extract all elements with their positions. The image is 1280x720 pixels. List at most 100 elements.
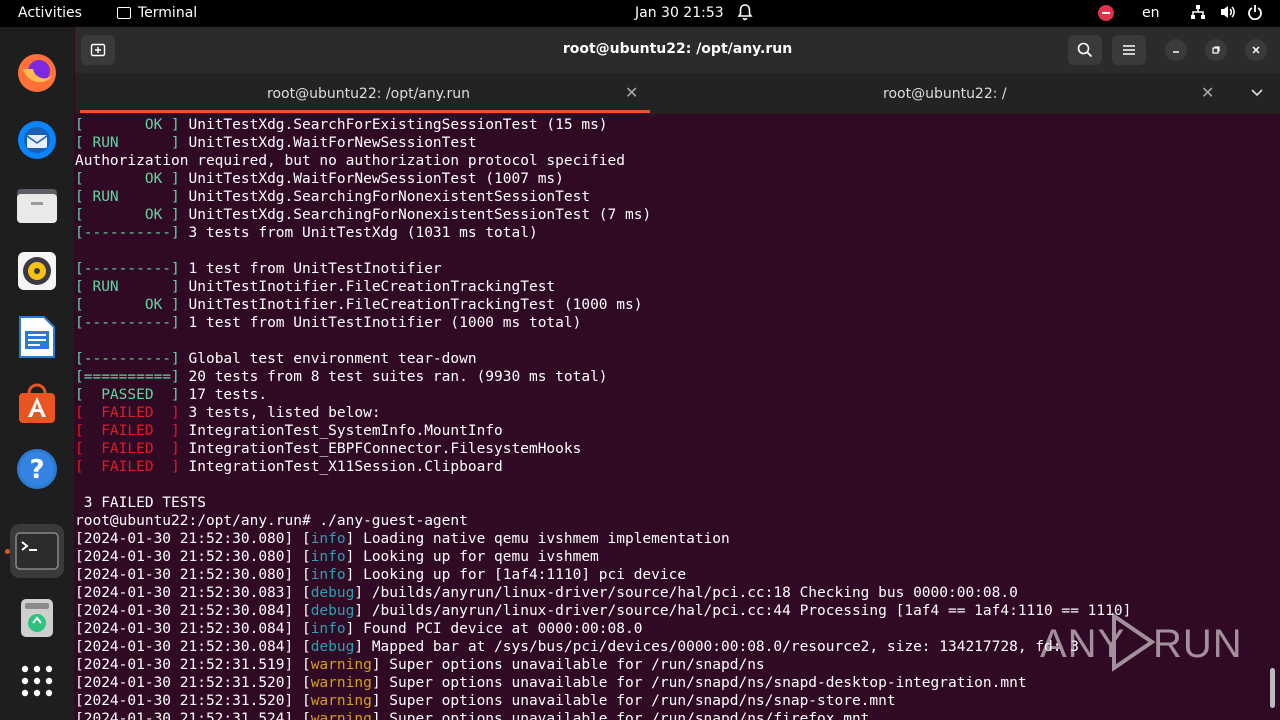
clock[interactable]: Jan 30 21:53 xyxy=(635,5,724,21)
close-tab-icon[interactable]: ✕ xyxy=(625,83,638,102)
search-button[interactable] xyxy=(1068,35,1102,65)
terminal-text: [2024-01-30 21:52:30.084] [ xyxy=(75,603,311,619)
volume-icon[interactable] xyxy=(1219,4,1237,24)
dock-rhythmbox[interactable] xyxy=(10,244,64,298)
terminal-text: debug xyxy=(310,603,355,619)
terminal-line: [2024-01-30 21:52:30.080] [info] Looking… xyxy=(75,566,1131,584)
dock-app-center[interactable] xyxy=(10,376,64,430)
play-logo-icon xyxy=(1112,612,1156,672)
terminal-line: [2024-01-30 21:52:30.080] [info] Looking… xyxy=(75,548,1131,566)
files-icon xyxy=(17,189,57,223)
firefox-icon xyxy=(18,54,56,92)
maximize-button[interactable] xyxy=(1205,39,1227,61)
network-icon[interactable] xyxy=(1190,4,1206,24)
rhythmbox-icon xyxy=(18,252,56,290)
terminal-text: 1 test from UnitTestInotifier xyxy=(188,261,442,277)
dock-trash[interactable] xyxy=(10,590,64,644)
terminal-text: [ FAILED ] xyxy=(75,459,189,475)
terminal-text: Authorization required, but no authoriza… xyxy=(75,153,625,169)
dock-show-apps[interactable] xyxy=(10,654,64,708)
terminal-headerbar: root@ubuntu22: /opt/any.run xyxy=(75,27,1280,73)
terminal-line: [ RUN ] UnitTestXdg.WaitForNewSessionTes… xyxy=(75,134,1131,152)
terminal-text: ] Super options unavailable for /run/sna… xyxy=(371,657,765,673)
activities-button[interactable]: Activities xyxy=(18,5,82,21)
svg-text:?: ? xyxy=(29,455,44,485)
terminal-text: [ RUN ] xyxy=(75,189,189,205)
terminal-line: [2024-01-30 21:52:31.520] [warning] Supe… xyxy=(75,692,1131,710)
terminal-text: IntegrationTest_EBPFConnector.Filesystem… xyxy=(188,441,582,457)
terminal-line: [ FAILED ] IntegrationTest_X11Session.Cl… xyxy=(75,458,1131,476)
terminal-text: [ RUN ] xyxy=(75,135,189,151)
tab-overflow-button[interactable] xyxy=(1250,86,1264,104)
terminal-line: 3 FAILED TESTS xyxy=(75,494,1131,512)
terminal-line: [ OK ] UnitTestXdg.SearchForExistingSess… xyxy=(75,116,1131,134)
restore-icon xyxy=(1212,46,1220,54)
dock-terminal[interactable] xyxy=(10,524,64,578)
search-icon xyxy=(1077,42,1093,58)
app-menu[interactable]: Terminal xyxy=(117,5,197,21)
terminal-text: ] Mapped bar at /sys/bus/pci/devices/000… xyxy=(354,639,1079,655)
dock-libreoffice-writer[interactable] xyxy=(10,310,64,364)
minimize-button[interactable] xyxy=(1165,39,1187,61)
terminal-text: UnitTestXdg.SearchingForNonexistentSessi… xyxy=(188,207,652,223)
terminal-text: ] Super options unavailable for /run/sna… xyxy=(371,711,870,720)
terminal-app-icon xyxy=(117,7,131,19)
terminal-line: [2024-01-30 21:52:30.084] [debug] /build… xyxy=(75,602,1131,620)
terminal-text: IntegrationTest_X11Session.Clipboard xyxy=(188,459,503,475)
terminal-line: [ PASSED ] 17 tests. xyxy=(75,386,1131,404)
terminal-line: [ FAILED ] 3 tests, listed below: xyxy=(75,404,1131,422)
terminal-line: [----------] Global test environment tea… xyxy=(75,350,1131,368)
terminal-text: UnitTestXdg.SearchForExistingSessionTest… xyxy=(188,117,608,133)
close-button[interactable] xyxy=(1245,39,1267,61)
terminal-line: [2024-01-30 21:52:30.083] [debug] /build… xyxy=(75,584,1131,602)
terminal-text: info xyxy=(310,567,346,583)
terminal-text: [2024-01-30 21:52:31.520] [ xyxy=(75,675,311,691)
terminal-text: 20 tests from 8 test suites ran. (9930 m… xyxy=(188,369,608,385)
terminal-text: UnitTestXdg.WaitForNewSessionTest (1007 … xyxy=(188,171,564,187)
terminal-text: [ OK ] xyxy=(75,297,189,313)
terminal-text: info xyxy=(310,549,346,565)
terminal-text: 3 tests, listed below: xyxy=(188,405,381,421)
power-icon[interactable] xyxy=(1247,4,1263,24)
terminal-text: [ OK ] xyxy=(75,207,189,223)
terminal-text: warning xyxy=(310,693,372,709)
terminal-line: [2024-01-30 21:52:31.519] [warning] Supe… xyxy=(75,656,1131,674)
do-not-disturb-icon[interactable] xyxy=(1098,5,1114,21)
terminal-text: info xyxy=(310,531,346,547)
terminal-text: [----------] xyxy=(75,351,189,367)
dock-help[interactable]: ? xyxy=(10,442,64,496)
terminal-text: [ OK ] xyxy=(75,117,189,133)
terminal-text: [2024-01-30 21:52:31.524] [ xyxy=(75,711,311,720)
show-apps-icon xyxy=(21,665,53,697)
terminal-text: [----------] xyxy=(75,261,189,277)
terminal-text: ] Found PCI device at 0000:00:08.0 xyxy=(345,621,643,637)
terminal-text: [2024-01-30 21:52:30.080] [ xyxy=(75,567,311,583)
scrollbar[interactable] xyxy=(1270,668,1275,708)
tab-label: root@ubuntu22: / xyxy=(883,86,1007,102)
chevron-down-icon xyxy=(1251,89,1263,97)
terminal-text: [ PASSED ] xyxy=(75,387,189,403)
language-indicator[interactable]: en xyxy=(1142,5,1160,21)
close-tab-icon[interactable]: ✕ xyxy=(1201,83,1214,102)
tab-root[interactable]: root@ubuntu22: / ✕ xyxy=(655,73,1235,114)
notification-bell-icon[interactable] xyxy=(737,3,753,25)
dock-files[interactable] xyxy=(10,178,64,232)
terminal-text: 17 tests. xyxy=(188,387,268,403)
terminal-text: warning xyxy=(310,675,372,691)
active-tab-indicator xyxy=(80,110,650,113)
dock-firefox[interactable] xyxy=(10,46,64,100)
terminal-text: [ FAILED ] xyxy=(75,423,189,439)
app-menu-label: Terminal xyxy=(138,5,198,21)
thunderbird-icon xyxy=(18,121,56,159)
terminal-text: ] Super options unavailable for /run/sna… xyxy=(371,675,1027,691)
terminal-line: [ RUN ] UnitTestInotifier.FileCreationTr… xyxy=(75,278,1131,296)
terminal-text: ] Looking up for [1af4:1110] pci device xyxy=(345,567,687,583)
tab-opt-any-run[interactable]: root@ubuntu22: /opt/any.run ✕ xyxy=(75,73,655,114)
terminal-text: debug xyxy=(310,585,355,601)
dock-thunderbird[interactable] xyxy=(10,112,64,166)
terminal-line: [ OK ] UnitTestXdg.SearchingForNonexiste… xyxy=(75,206,1131,224)
terminal-text: UnitTestInotifier.FileCreationTrackingTe… xyxy=(188,279,556,295)
menu-button[interactable] xyxy=(1112,35,1146,65)
